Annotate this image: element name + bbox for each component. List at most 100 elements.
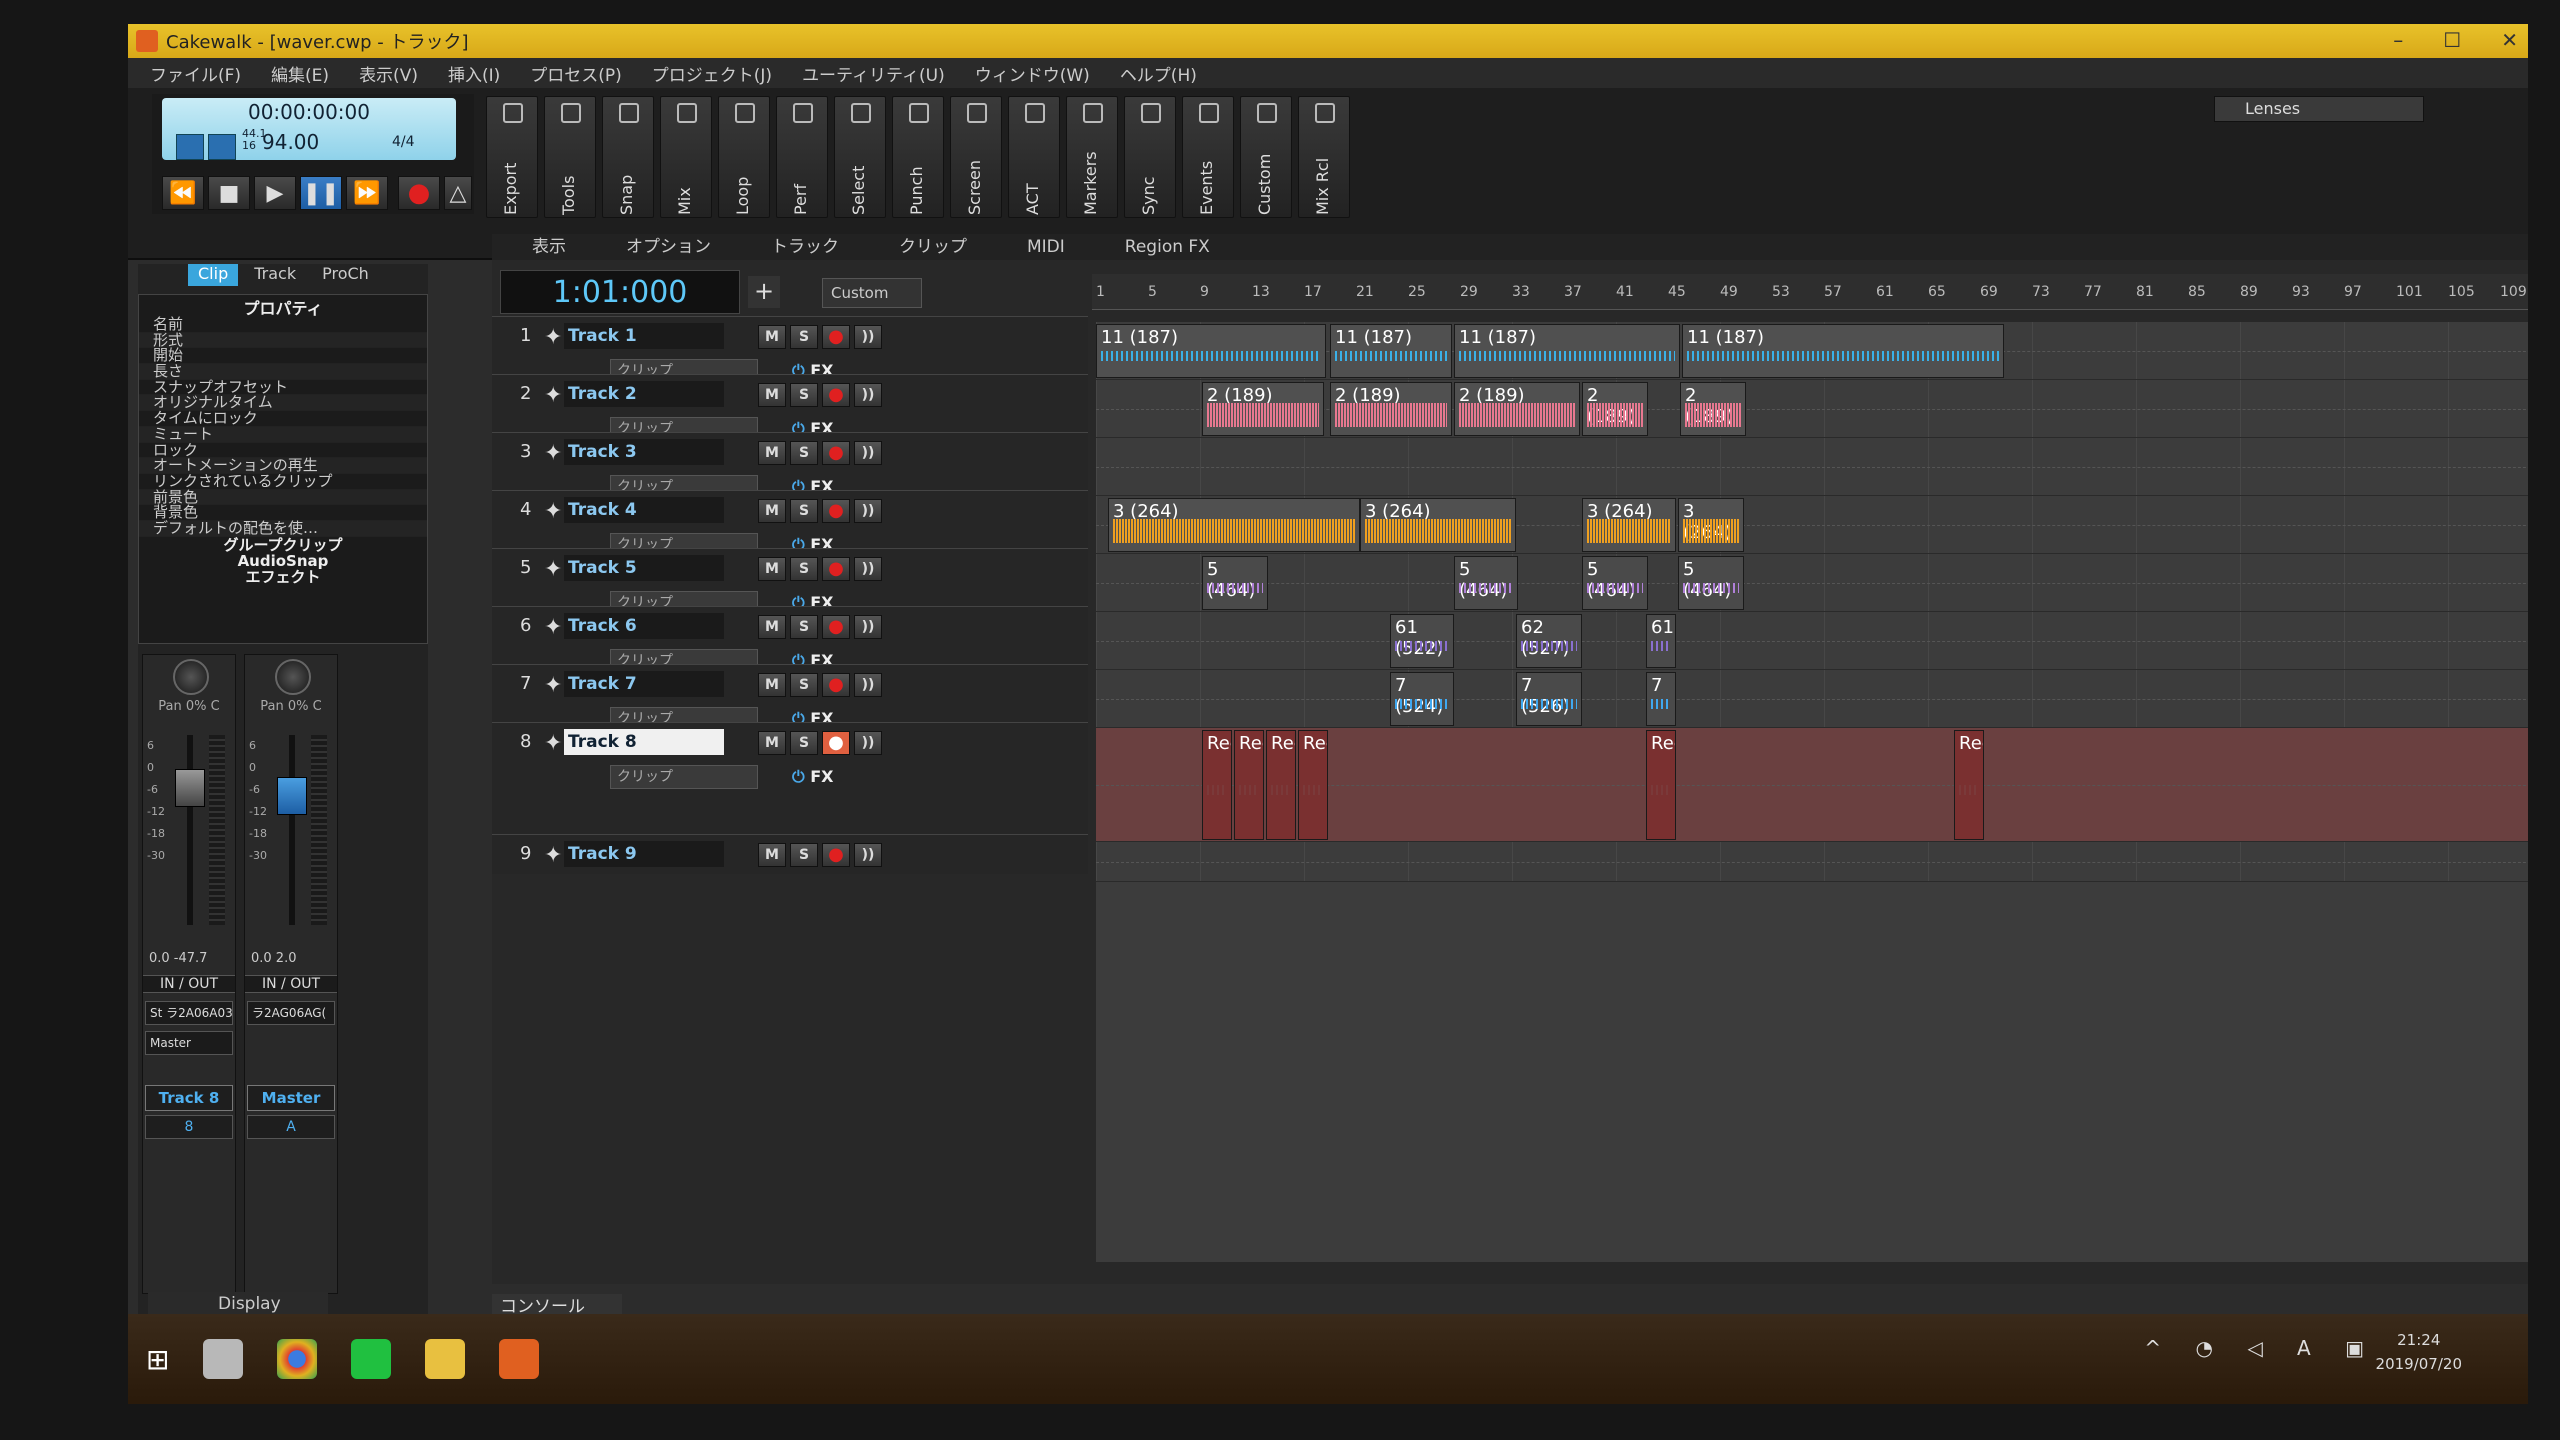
track-header[interactable]: 9 ✦ Track 9 M S ●)) bbox=[492, 834, 1088, 874]
chrome-icon[interactable] bbox=[277, 1339, 318, 1379]
clip-t8-3[interactable]: Rec bbox=[1266, 730, 1296, 840]
track-lane[interactable] bbox=[1096, 842, 2528, 882]
property-item[interactable]: デフォルトの配色を使… bbox=[139, 521, 427, 537]
wave-icon[interactable] bbox=[176, 134, 204, 160]
clip-t1-3[interactable]: 11 (187) bbox=[1454, 324, 1680, 378]
clip-t6-2[interactable]: 62 (527) bbox=[1516, 614, 1582, 668]
track-type-icon[interactable]: ✦ bbox=[544, 731, 562, 756]
solo-button[interactable]: S bbox=[790, 325, 818, 349]
clip-t2-1[interactable]: 2 (189) bbox=[1202, 382, 1324, 436]
clip-t2-3[interactable]: 2 (189) bbox=[1454, 382, 1580, 436]
clip-t2-4[interactable]: 2 (189) bbox=[1582, 382, 1648, 436]
arm-record-button[interactable]: ● bbox=[822, 557, 850, 581]
line-icon[interactable] bbox=[351, 1339, 392, 1379]
module-sync[interactable]: Sync bbox=[1124, 96, 1176, 218]
arm-record-button[interactable]: ● bbox=[822, 673, 850, 697]
menu-project[interactable]: プロジェクト(J) bbox=[640, 61, 784, 86]
clip-t8-1[interactable]: Rec bbox=[1202, 730, 1232, 840]
folder-icon[interactable] bbox=[425, 1339, 466, 1379]
play-button[interactable]: ▶ bbox=[254, 176, 296, 210]
module-snap[interactable]: Snap bbox=[602, 96, 654, 218]
time-display[interactable]: 00:00:00:00 44.1 16 94.00 4/4 bbox=[162, 98, 456, 160]
pan-knob[interactable] bbox=[173, 659, 209, 695]
pencil-icon[interactable] bbox=[208, 134, 236, 160]
module-tools[interactable]: Tools bbox=[544, 96, 596, 218]
rewind-button[interactable]: ⏪ bbox=[162, 176, 204, 210]
track-header[interactable]: 5✦Track 5MS●))クリップFX bbox=[492, 548, 1088, 615]
arm-record-button[interactable]: ● bbox=[822, 615, 850, 639]
output-selector[interactable]: ラ2AG06AG( bbox=[247, 1001, 335, 1025]
input-echo-button[interactable]: )) bbox=[854, 325, 882, 349]
clip-t5-3[interactable]: 5 (464) bbox=[1582, 556, 1648, 610]
module-mix-rcl[interactable]: Mix Rcl bbox=[1298, 96, 1350, 218]
menu-window[interactable]: ウィンドウ(W) bbox=[963, 61, 1102, 86]
module-mix[interactable]: Mix bbox=[660, 96, 712, 218]
clip-t2-2[interactable]: 2 (189) bbox=[1330, 382, 1452, 436]
clip-t5-2[interactable]: 5 (464) bbox=[1454, 556, 1518, 610]
input-echo-button[interactable]: )) bbox=[854, 731, 882, 755]
track-type-icon[interactable]: ✦ bbox=[544, 325, 562, 350]
track-name[interactable]: Track 9 bbox=[564, 841, 724, 867]
track-lane[interactable] bbox=[1096, 438, 2528, 496]
arm-record-button[interactable]: ● bbox=[822, 325, 850, 349]
module-loop[interactable]: Loop bbox=[718, 96, 770, 218]
track-name[interactable]: Track 1 bbox=[564, 323, 724, 349]
menu-insert[interactable]: 挿入(I) bbox=[436, 61, 512, 86]
track-name[interactable]: Track 6 bbox=[564, 613, 724, 639]
clip-t5-1[interactable]: 5 (464) bbox=[1202, 556, 1268, 610]
output-selector[interactable]: Master bbox=[145, 1031, 233, 1055]
arm-record-button[interactable]: ● bbox=[822, 843, 850, 867]
section-header[interactable]: エフェクト bbox=[139, 569, 427, 585]
input-echo-button[interactable]: )) bbox=[854, 615, 882, 639]
track-header[interactable]: 1✦Track 1MS●))クリップFX bbox=[492, 316, 1088, 383]
mute-button[interactable]: M bbox=[758, 325, 786, 349]
module-perf[interactable]: Perf bbox=[776, 96, 828, 218]
track-header[interactable]: 8✦Track 8MS●))クリップFX bbox=[492, 722, 1088, 834]
module-markers[interactable]: Markers bbox=[1066, 96, 1118, 218]
time-ruler[interactable]: 1 5 9 13 17 21 25 29 33 37 41 45 49 53 57 61 65 69 73 77 81 8… bbox=[1092, 274, 2528, 310]
clip-t1-4[interactable]: 11 (187) bbox=[1682, 324, 2004, 378]
clip-selector[interactable]: クリップ bbox=[610, 765, 758, 789]
input-echo-button[interactable]: )) bbox=[854, 557, 882, 581]
clip-t4-3[interactable]: 3 (264) bbox=[1582, 498, 1676, 552]
track-name[interactable]: Track 3 bbox=[564, 439, 724, 465]
menu-edit[interactable]: 編集(E) bbox=[259, 61, 341, 86]
track-type-icon[interactable]: ✦ bbox=[544, 441, 562, 466]
menu-help[interactable]: ヘルプ(H) bbox=[1108, 61, 1209, 86]
module-select[interactable]: Select bbox=[834, 96, 886, 218]
arm-record-button[interactable]: ● bbox=[822, 383, 850, 407]
clip-t5-4[interactable]: 5 (464) bbox=[1678, 556, 1744, 610]
clip-t7-2[interactable]: 7 (526) bbox=[1516, 672, 1582, 726]
track-view-menu-item[interactable]: MIDI bbox=[1027, 234, 1065, 260]
tab-proch[interactable]: ProCh bbox=[312, 264, 379, 286]
solo-button[interactable]: S bbox=[790, 557, 818, 581]
now-time[interactable]: 1:01:000 bbox=[500, 270, 740, 314]
mute-button[interactable]: M bbox=[758, 499, 786, 523]
arm-record-button[interactable]: ● bbox=[822, 499, 850, 523]
clip-t2-5[interactable]: 2 (189) bbox=[1680, 382, 1746, 436]
clip-t6-3[interactable]: 61 bbox=[1646, 614, 1676, 668]
input-echo-button[interactable]: )) bbox=[854, 441, 882, 465]
cakewalk-taskbar-icon[interactable] bbox=[499, 1339, 540, 1379]
input-echo-button[interactable]: )) bbox=[854, 383, 882, 407]
clip-t1-2[interactable]: 11 (187) bbox=[1330, 324, 1452, 378]
mute-button[interactable]: M bbox=[758, 731, 786, 755]
track-header[interactable]: 3✦Track 3MS●))クリップFX bbox=[492, 432, 1088, 499]
custom-selector[interactable]: Custom bbox=[822, 278, 922, 308]
explorer-icon[interactable] bbox=[203, 1339, 244, 1379]
pan-knob[interactable] bbox=[275, 659, 311, 695]
track-name[interactable]: Track 8 bbox=[564, 729, 724, 755]
minimize-icon[interactable]: – bbox=[2393, 28, 2403, 52]
clip-t4-2[interactable]: 3 (264) bbox=[1360, 498, 1516, 552]
strip-name[interactable]: Master bbox=[247, 1085, 335, 1111]
track-type-icon[interactable]: ✦ bbox=[544, 843, 562, 868]
track-type-icon[interactable]: ✦ bbox=[544, 557, 562, 582]
volume-fader[interactable] bbox=[277, 777, 307, 815]
metronome-icon[interactable]: △ bbox=[444, 176, 472, 210]
clip-t8-2[interactable]: Rec bbox=[1234, 730, 1264, 840]
input-echo-button[interactable]: )) bbox=[854, 673, 882, 697]
solo-button[interactable]: S bbox=[790, 499, 818, 523]
track-view-menu-item[interactable]: クリップ bbox=[899, 234, 967, 260]
clip-t8-4[interactable]: Rec bbox=[1298, 730, 1328, 840]
track-name[interactable]: Track 4 bbox=[564, 497, 724, 523]
